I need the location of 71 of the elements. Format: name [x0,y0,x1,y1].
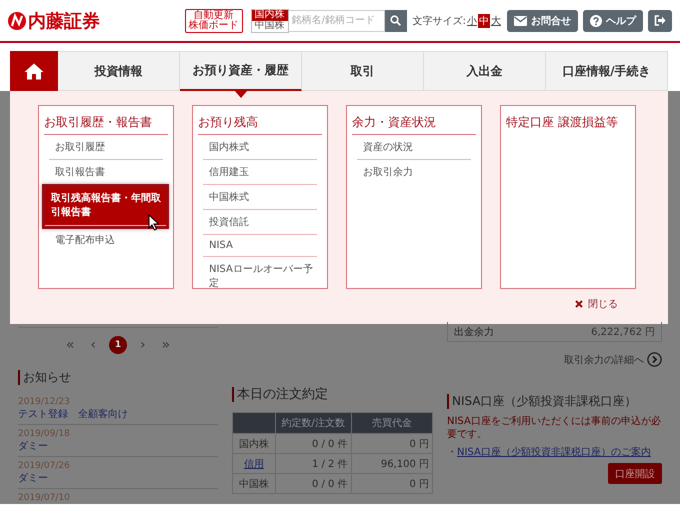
notice-text: NISA口座をご利用いただくには事前の申込が必要です。 [447,415,662,441]
section-heading: お知らせ [18,370,218,385]
balance-value: 6,222,762 [591,326,642,338]
table-cell: 0 円 [351,434,432,454]
section-heading: 本日の注文約定 [232,387,433,402]
menu-item[interactable]: 中国株式 [203,185,317,210]
help-icon [590,14,602,26]
menu-item[interactable]: 投資信託 [203,210,317,235]
detail-link[interactable]: 取引余力の詳細へ [564,352,662,367]
table-cell: 0 / 0 件 [275,434,352,454]
nav-tab[interactable]: 入出金 [424,51,546,91]
menu-item[interactable]: お取引履歴 [49,135,163,160]
news-title-link[interactable]: ダミー [18,472,218,485]
logo-icon [8,12,26,30]
menu-item[interactable]: 資産の状況 [357,135,471,160]
news-date: 2019/07/10 [18,492,71,504]
search-button[interactable] [384,10,407,32]
close-icon [575,300,583,308]
cursor-icon [148,214,160,231]
bullet: ・ [447,446,457,459]
menu-item[interactable]: NISAロールオーバー予定 [203,257,317,295]
logout-icon [654,15,666,26]
menu-item[interactable]: 国内株式 [203,135,317,160]
menu-column-heading: お預り残高 [198,114,322,135]
column-header: 約定数/注文数 [275,412,352,434]
column-header: 売買代金 [351,412,432,434]
font-size-option[interactable]: 中 [478,14,490,28]
logo-text: 内藤証券 [28,10,100,32]
logout-button[interactable] [648,10,672,32]
menu-column-heading: 余力・資産状況 [352,114,476,135]
close-button[interactable]: 閉じる [575,297,618,311]
news-title-link[interactable]: テスト登録 全顧客向け [18,408,218,421]
stock-board-button[interactable]: 自動更新 株価ボード [184,8,243,32]
nisa-guide-link[interactable]: NISA口座（少額投資非課税口座）のご案内 [457,445,651,459]
balance-label: 出金余力 [454,326,494,338]
table-cell: 0 / 0 件 [275,474,352,494]
font-size-option[interactable]: 大 [490,14,502,28]
home-button[interactable] [10,51,58,91]
table-cell: 0 円 [351,474,432,494]
nav-tab[interactable]: 口座情報/手続き [546,51,668,91]
news-date: 2019/07/26 [18,460,71,472]
search-icon [390,15,402,26]
menu-item[interactable]: 電子配布申込 [49,228,163,252]
nav-tab[interactable]: 取引 [302,51,424,91]
currency-unit: 円 [645,326,655,338]
menu-column-heading: 特定口座 譲渡損益等 [506,114,619,131]
help-button[interactable]: ヘルプ [583,10,643,32]
nav-tab[interactable]: 投資情報 [58,51,180,91]
font-size-option[interactable]: 小 [466,14,478,28]
chevron-circle-icon [647,352,662,367]
search-field[interactable]: 銘柄名/銘柄コード [288,10,385,32]
menu-item[interactable]: NISA [203,235,317,257]
menu-item[interactable]: お取引余力 [357,160,471,184]
table-cell: 中国株 [232,474,276,494]
house-icon [24,62,44,80]
table-cell: 96,100 円 [351,454,432,474]
menu-item[interactable]: 信用建玉 [203,160,317,185]
news-date: 2019/09/18 [18,428,71,440]
section-heading: NISA口座（少額投資非課税口座） [447,394,662,409]
market-option[interactable]: 国内株 [252,10,288,20]
news-date: 2019/12/23 [18,396,71,408]
font-size-label: 文字サイズ: [412,14,466,28]
mail-icon [514,16,527,26]
table-cell: 1 / 2 件 [275,454,352,474]
table-cell: 国内株 [232,434,276,454]
open-account-button[interactable]: 口座開設 [608,463,662,484]
page-button[interactable]: 1 [109,336,127,354]
news-title-link[interactable]: ダミー [18,440,218,453]
menu-column-heading: お取引履歴・報告書 [44,114,168,135]
contact-button[interactable]: お問合せ [507,10,578,32]
market-toggle[interactable]: 国内株 中国株 [250,8,289,32]
